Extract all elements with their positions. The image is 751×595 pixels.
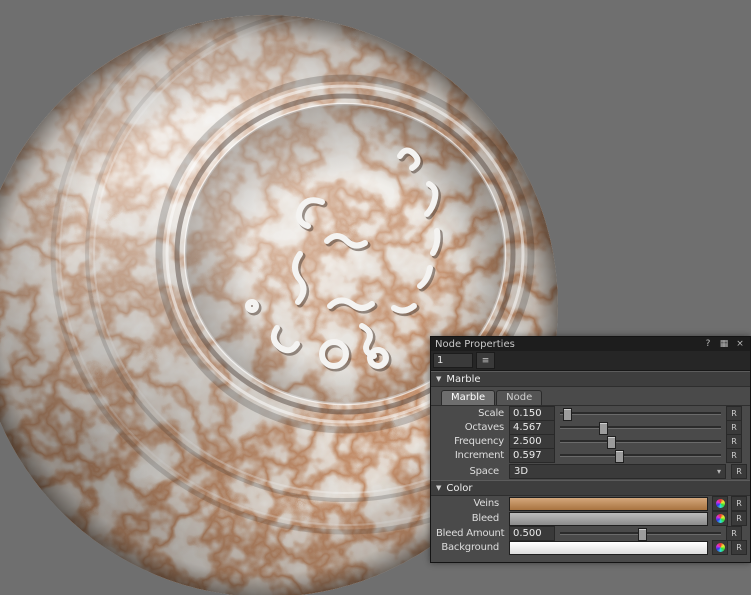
node-count-input[interactable] <box>433 353 473 368</box>
param-row-background: Background R <box>431 540 750 555</box>
param-row-space: Space 3D▾ R <box>431 462 750 480</box>
param-row-scale: Scale0.150 R <box>436 406 745 420</box>
reset-button[interactable]: R <box>726 448 742 463</box>
param-label-frequency: Frequency <box>436 436 509 447</box>
param-color-swatch-background[interactable] <box>509 541 708 555</box>
param-value-octaves[interactable]: 4.567 <box>509 420 555 435</box>
param-dropdown-space[interactable]: 3D▾ <box>509 464 726 479</box>
section-header-marble[interactable]: ▼ Marble <box>431 371 750 387</box>
param-slider-increment[interactable] <box>560 448 721 462</box>
slider-track <box>560 412 721 415</box>
collapse-triangle-icon: ▼ <box>436 375 441 383</box>
param-row-bleed-amount: Bleed Amount0.500 R <box>436 526 745 540</box>
color-wheel-icon <box>716 543 725 552</box>
param-slider-scale[interactable] <box>560 406 721 420</box>
param-value-frequency[interactable]: 2.500 <box>509 434 555 449</box>
param-label-bleed-amount: Bleed Amount <box>436 528 509 539</box>
reset-button[interactable]: R <box>731 540 747 555</box>
slider-track <box>560 454 721 457</box>
reset-button[interactable]: R <box>726 434 742 449</box>
param-color-swatch-bleed[interactable] <box>509 512 708 526</box>
param-slider-bleed-amount[interactable] <box>560 526 721 540</box>
param-label-space: Space <box>431 466 504 477</box>
param-value-increment[interactable]: 0.597 <box>509 448 555 463</box>
reset-button[interactable]: R <box>726 420 742 435</box>
reset-button[interactable]: R <box>726 406 742 421</box>
panel-title: Node Properties <box>435 339 698 350</box>
slider-track <box>560 440 721 443</box>
color-picker-button[interactable] <box>712 511 728 526</box>
color-picker-button[interactable] <box>712 540 728 555</box>
reset-button[interactable]: R <box>731 496 747 511</box>
collapse-triangle-icon: ▼ <box>436 484 441 492</box>
menu-button[interactable]: ≡ <box>476 352 495 369</box>
help-icon[interactable]: ? <box>702 339 714 349</box>
param-label-bleed: Bleed <box>431 513 504 524</box>
node-properties-panel: Node Properties ? ▦ × ≡ ▼MarbleMarbleNod… <box>430 336 751 563</box>
slider-track <box>560 426 721 429</box>
param-label-veins: Veins <box>431 498 504 509</box>
pin-icon[interactable]: ▦ <box>718 339 730 349</box>
close-icon[interactable]: × <box>734 339 746 349</box>
param-slider-frequency[interactable] <box>560 434 721 448</box>
reset-button[interactable]: R <box>731 464 747 479</box>
panel-body: ▼MarbleMarbleNodeScale0.150ROctaves4.567… <box>431 371 750 562</box>
param-row-frequency: Frequency2.500 R <box>436 434 745 448</box>
color-wheel-icon <box>716 499 725 508</box>
panel-titlebar[interactable]: Node Properties ? ▦ × <box>431 337 750 351</box>
slider-handle[interactable] <box>615 450 624 463</box>
chevron-down-icon: ▾ <box>717 467 721 476</box>
dropdown-value: 3D <box>514 466 717 477</box>
param-label-increment: Increment <box>436 450 509 461</box>
slider-handle[interactable] <box>638 528 647 541</box>
param-row-veins: Veins R <box>431 496 750 511</box>
param-row-bleed: Bleed R <box>431 511 750 526</box>
section-label: Marble <box>446 374 480 385</box>
color-wheel-icon <box>716 514 725 523</box>
tab-bar: MarbleNode <box>431 387 750 406</box>
param-row-increment: Increment0.597 R <box>436 448 745 462</box>
section-header-color[interactable]: ▼ Color <box>431 480 750 496</box>
color-picker-button[interactable] <box>712 496 728 511</box>
param-slider-octaves[interactable] <box>560 420 721 434</box>
param-label-background: Background <box>431 542 504 553</box>
param-label-octaves: Octaves <box>436 422 509 433</box>
param-value-bleed-amount[interactable]: 0.500 <box>509 526 555 541</box>
reset-button[interactable]: R <box>731 511 747 526</box>
param-row-octaves: Octaves4.567 R <box>436 420 745 434</box>
3d-viewport[interactable]: Node Properties ? ▦ × ≡ ▼MarbleMarbleNod… <box>0 0 751 595</box>
reset-button[interactable]: R <box>726 526 742 541</box>
param-color-swatch-veins[interactable] <box>509 497 708 511</box>
panel-toolbar: ≡ <box>431 351 750 371</box>
param-value-scale[interactable]: 0.150 <box>509 406 555 421</box>
tab-node[interactable]: Node <box>496 390 542 405</box>
param-label-scale: Scale <box>436 408 509 419</box>
tab-marble[interactable]: Marble <box>441 390 495 405</box>
section-label: Color <box>446 483 472 494</box>
